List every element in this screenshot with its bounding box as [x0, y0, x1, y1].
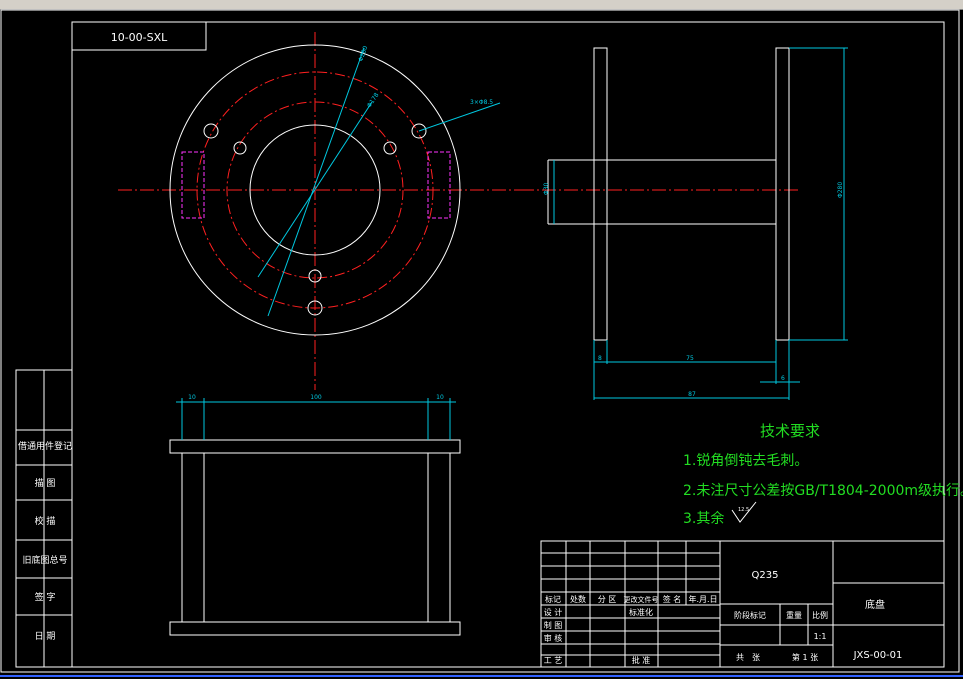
- drawing-code-top: 10-00-SXL: [111, 31, 168, 44]
- sheet-number: 第 1 张: [792, 652, 818, 662]
- dim-side-left-thk: 8: [598, 355, 602, 362]
- side-label-4: 签 字: [35, 591, 56, 603]
- scale-label: 比例: [812, 610, 828, 620]
- cad-drawing-canvas[interactable]: 10-00-SXL 借通用件登记 描 图 校 描 旧底图总号 签 字 日 期 Φ: [0, 9, 963, 679]
- bottom-view[interactable]: 10 100 10: [169, 394, 461, 636]
- side-label-0: 借通用件登记: [18, 440, 72, 452]
- side-label-5: 日 期: [35, 631, 56, 642]
- dim-side-hub: Φ30: [543, 182, 550, 195]
- row-std: 标准化: [629, 607, 653, 617]
- weight-label: 重量: [786, 610, 802, 620]
- dim-side-total: 87: [688, 391, 696, 398]
- leader-holes: [418, 102, 501, 132]
- roughness-value: 12.5: [738, 507, 749, 513]
- bottom-top-plate: [169, 439, 461, 454]
- hole-inner-right: [383, 141, 397, 155]
- bottom-dims: [176, 398, 456, 440]
- dim-bottom-span: 100: [310, 394, 322, 401]
- dim-front-holes: 3×Φ8.5: [470, 99, 493, 106]
- part-name-text: 底盘: [865, 598, 885, 611]
- row-design: 设 计: [544, 607, 563, 617]
- side-label-2: 校 描: [35, 515, 56, 527]
- header-mark: 标记: [545, 594, 561, 604]
- outer-frame: [0, 9, 960, 673]
- row-check: 制 图: [544, 620, 563, 630]
- dim-side-right-thk: 6: [781, 375, 785, 382]
- front-view[interactable]: Φ280 Φ178 3×Φ8.5: [118, 32, 520, 390]
- inner-frame: [71, 21, 945, 668]
- drawing-number-text: JXS-00-01: [853, 650, 903, 661]
- tech-item-3: 3.其余: [683, 510, 724, 527]
- material-text: Q235: [752, 570, 779, 581]
- hole-outer-left: [203, 123, 219, 139]
- dim-bottom-left: 10: [188, 394, 196, 401]
- header-count: 处数: [570, 594, 586, 604]
- stage-mark-label: 阶段标记: [734, 610, 766, 620]
- tech-item-2: 2.未注尺寸公差按GB/T1804-2000m级执行。: [683, 483, 963, 499]
- sheets-total: 共 张: [736, 653, 760, 662]
- dim-front-outer: Φ280: [357, 45, 369, 63]
- side-view[interactable]: Φ30 Φ280 8 75 6 87: [520, 47, 848, 400]
- dim-side-outer: Φ280: [837, 182, 844, 198]
- header-sign: 签 名: [663, 594, 682, 604]
- row-process: 工 艺: [544, 656, 563, 665]
- row-approve: 批 准: [632, 655, 651, 665]
- side-right-plate: [775, 47, 790, 341]
- dim-bottom-right: 10: [436, 394, 444, 401]
- tech-requirements: 技术要求 1.锐角倒钝去毛刺。 2.未注尺寸公差按GB/T1804-2000m级…: [683, 422, 963, 527]
- tech-title: 技术要求: [760, 422, 820, 440]
- bottom-bottom-plate: [169, 621, 461, 636]
- side-label-1: 描 图: [35, 477, 56, 489]
- dim-side-span: 75: [686, 355, 694, 362]
- tech-item-1: 1.锐角倒钝去毛刺。: [683, 453, 808, 469]
- header-docno: 更改文件号: [624, 595, 659, 604]
- dim-front-inner: Φ178: [366, 92, 381, 110]
- header-zone: 分 区: [598, 595, 617, 604]
- side-label-3: 旧底图总号: [22, 554, 67, 566]
- side-left-plate: [593, 47, 608, 341]
- leader-outer-dia: [267, 47, 365, 317]
- row-review: 审 核: [544, 633, 563, 643]
- scale-value: 1:1: [814, 632, 827, 641]
- header-date: 年.月.日: [688, 594, 717, 604]
